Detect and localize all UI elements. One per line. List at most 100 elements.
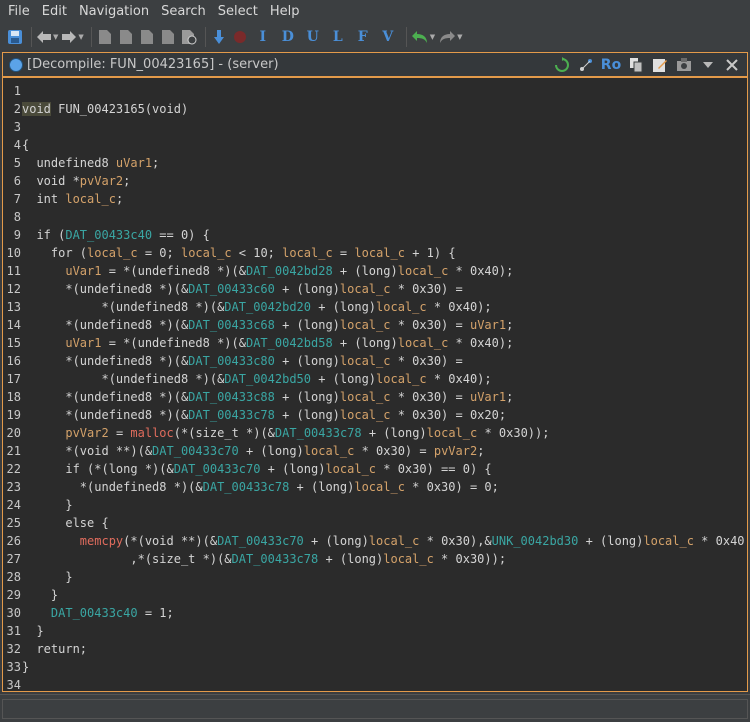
- code-text[interactable]: for (local_c = 0; local_c < 10; local_c …: [22, 244, 456, 262]
- code-line[interactable]: 11 uVar1 = *(undefined8 *)(&DAT_0042bd28…: [3, 262, 747, 280]
- edit-icon[interactable]: [649, 55, 671, 75]
- code-text[interactable]: if (*(long *)(&DAT_00433c70 + (long)loca…: [22, 460, 491, 478]
- code-line[interactable]: 34: [3, 676, 747, 691]
- menu-search[interactable]: Search: [157, 0, 214, 24]
- code-line[interactable]: 2 void FUN_00423165(void): [3, 100, 747, 118]
- code-line[interactable]: 10 for (local_c = 0; local_c < 10; local…: [3, 244, 747, 262]
- code-line[interactable]: 20 pvVar2 = malloc(*(size_t *)(&DAT_0043…: [3, 424, 747, 442]
- code-text[interactable]: *(undefined8 *)(&DAT_0042bd50 + (long)lo…: [22, 370, 491, 388]
- code-line[interactable]: 19 *(undefined8 *)(&DAT_00433c78 + (long…: [3, 406, 747, 424]
- code-line[interactable]: 22 if (*(long *)(&DAT_00433c70 + (long)l…: [3, 460, 747, 478]
- code-text[interactable]: {: [22, 136, 29, 154]
- code-line[interactable]: 13 *(undefined8 *)(&DAT_0042bd20 + (long…: [3, 298, 747, 316]
- code-line[interactable]: 24 }: [3, 496, 747, 514]
- menu-select[interactable]: Select: [214, 0, 266, 24]
- close-icon[interactable]: [721, 55, 743, 75]
- code-line[interactable]: 8: [3, 208, 747, 226]
- code-line[interactable]: 25 else {: [3, 514, 747, 532]
- menu-caret-icon[interactable]: [697, 55, 719, 75]
- code-text[interactable]: }: [22, 658, 29, 676]
- line-number: 6: [13, 174, 21, 188]
- back-arrow-icon[interactable]: ▼: [36, 26, 58, 48]
- status-bar: [0, 694, 750, 722]
- code-line[interactable]: 12 *(undefined8 *)(&DAT_00433c60 + (long…: [3, 280, 747, 298]
- code-text[interactable]: *(void **)(&DAT_00433c70 + (long)local_c…: [22, 442, 484, 460]
- code-text[interactable]: *(undefined8 *)(&DAT_00433c60 + (long)lo…: [22, 280, 462, 298]
- code-line[interactable]: 5 undefined8 uVar1;: [3, 154, 747, 172]
- toolbar-letter-l[interactable]: L: [327, 26, 349, 48]
- undo-icon[interactable]: ▼: [411, 26, 435, 48]
- code-line[interactable]: 27 ,*(size_t *)(&DAT_00433c78 + (long)lo…: [3, 550, 747, 568]
- code-line[interactable]: 30 DAT_00433c40 = 1;: [3, 604, 747, 622]
- code-line[interactable]: 3: [3, 118, 747, 136]
- code-text[interactable]: }: [22, 496, 72, 514]
- page-icon[interactable]: [96, 26, 114, 48]
- code-line[interactable]: 21 *(void **)(&DAT_00433c70 + (long)loca…: [3, 442, 747, 460]
- code-text[interactable]: else {: [22, 514, 108, 532]
- code-editor[interactable]: 1 2 void FUN_00423165(void) 3 4{5 undefined8…: [2, 76, 748, 692]
- code-line[interactable]: 29 }: [3, 586, 747, 604]
- stop-icon[interactable]: [231, 26, 249, 48]
- code-line[interactable]: 33}: [3, 658, 747, 676]
- code-text[interactable]: memcpy(*(void **)(&DAT_00433c70 + (long)…: [22, 532, 745, 550]
- ro-icon[interactable]: Ro: [599, 55, 623, 75]
- code-line[interactable]: 9 if (DAT_00433c40 == 0) {: [3, 226, 747, 244]
- refresh-icon[interactable]: [551, 55, 573, 75]
- code-text[interactable]: void FUN_00423165(void): [22, 100, 188, 118]
- save-icon[interactable]: [6, 26, 24, 48]
- code-text[interactable]: uVar1 = *(undefined8 *)(&DAT_0042bd58 + …: [22, 334, 513, 352]
- code-line[interactable]: 31 }: [3, 622, 747, 640]
- code-text[interactable]: undefined8 uVar1;: [22, 154, 159, 172]
- download-arrow-icon[interactable]: [210, 26, 228, 48]
- code-line[interactable]: 16 *(undefined8 *)(&DAT_00433c80 + (long…: [3, 352, 747, 370]
- toolbar-letter-u[interactable]: U: [302, 26, 324, 48]
- toolbar-letter-v[interactable]: V: [377, 26, 399, 48]
- code-line[interactable]: 28 }: [3, 568, 747, 586]
- tree-icon[interactable]: [575, 55, 597, 75]
- code-text[interactable]: pvVar2 = malloc(*(size_t *)(&DAT_00433c7…: [22, 424, 549, 442]
- code-listing[interactable]: 1 2 void FUN_00423165(void) 3 4{5 undefined8…: [3, 82, 747, 691]
- code-text[interactable]: return;: [22, 640, 87, 658]
- code-line[interactable]: 15 uVar1 = *(undefined8 *)(&DAT_0042bd58…: [3, 334, 747, 352]
- code-text[interactable]: *(undefined8 *)(&DAT_00433c88 + (long)lo…: [22, 388, 513, 406]
- code-text[interactable]: int local_c;: [22, 190, 123, 208]
- code-text[interactable]: }: [22, 586, 58, 604]
- code-line[interactable]: 14 *(undefined8 *)(&DAT_00433c68 + (long…: [3, 316, 747, 334]
- page-icon[interactable]: [159, 26, 177, 48]
- code-text[interactable]: if (DAT_00433c40 == 0) {: [22, 226, 209, 244]
- code-text[interactable]: uVar1 = *(undefined8 *)(&DAT_0042bd28 + …: [22, 262, 513, 280]
- forward-arrow-icon[interactable]: ▼: [61, 26, 84, 48]
- menu-edit[interactable]: Edit: [38, 0, 75, 24]
- code-text[interactable]: DAT_00433c40 = 1;: [22, 604, 174, 622]
- code-line[interactable]: 26 memcpy(*(void **)(&DAT_00433c70 + (lo…: [3, 532, 747, 550]
- code-text[interactable]: *(undefined8 *)(&DAT_00433c78 + (long)lo…: [22, 478, 499, 496]
- code-line[interactable]: 6 void *pvVar2;: [3, 172, 747, 190]
- toolbar-letter-i[interactable]: I: [252, 26, 274, 48]
- toolbar-letter-d[interactable]: D: [277, 26, 299, 48]
- page-icon[interactable]: [117, 26, 135, 48]
- toolbar-letter-f[interactable]: F: [352, 26, 374, 48]
- copy-icon[interactable]: [625, 55, 647, 75]
- code-line[interactable]: 7 int local_c;: [3, 190, 747, 208]
- code-text[interactable]: *(undefined8 *)(&DAT_0042bd20 + (long)lo…: [22, 298, 491, 316]
- code-text[interactable]: *(undefined8 *)(&DAT_00433c80 + (long)lo…: [22, 352, 462, 370]
- code-text[interactable]: void *pvVar2;: [22, 172, 130, 190]
- redo-icon[interactable]: ▼: [438, 26, 463, 48]
- code-line[interactable]: 32 return;: [3, 640, 747, 658]
- code-text[interactable]: *(undefined8 *)(&DAT_00433c68 + (long)lo…: [22, 316, 513, 334]
- code-text[interactable]: ,*(size_t *)(&DAT_00433c78 + (long)local…: [22, 550, 506, 568]
- page-icon[interactable]: [180, 26, 198, 48]
- code-line[interactable]: 23 *(undefined8 *)(&DAT_00433c78 + (long…: [3, 478, 747, 496]
- code-line[interactable]: 4{: [3, 136, 747, 154]
- code-text[interactable]: *(undefined8 *)(&DAT_00433c78 + (long)lo…: [22, 406, 506, 424]
- code-line[interactable]: 18 *(undefined8 *)(&DAT_00433c88 + (long…: [3, 388, 747, 406]
- menu-help[interactable]: Help: [266, 0, 308, 24]
- code-text[interactable]: }: [22, 568, 72, 586]
- menu-navigation[interactable]: Navigation: [75, 0, 157, 24]
- code-text[interactable]: }: [22, 622, 43, 640]
- code-line[interactable]: 1: [3, 82, 747, 100]
- menu-file[interactable]: File: [4, 0, 38, 24]
- snapshot-icon[interactable]: [673, 55, 695, 75]
- code-line[interactable]: 17 *(undefined8 *)(&DAT_0042bd50 + (long…: [3, 370, 747, 388]
- page-icon[interactable]: [138, 26, 156, 48]
